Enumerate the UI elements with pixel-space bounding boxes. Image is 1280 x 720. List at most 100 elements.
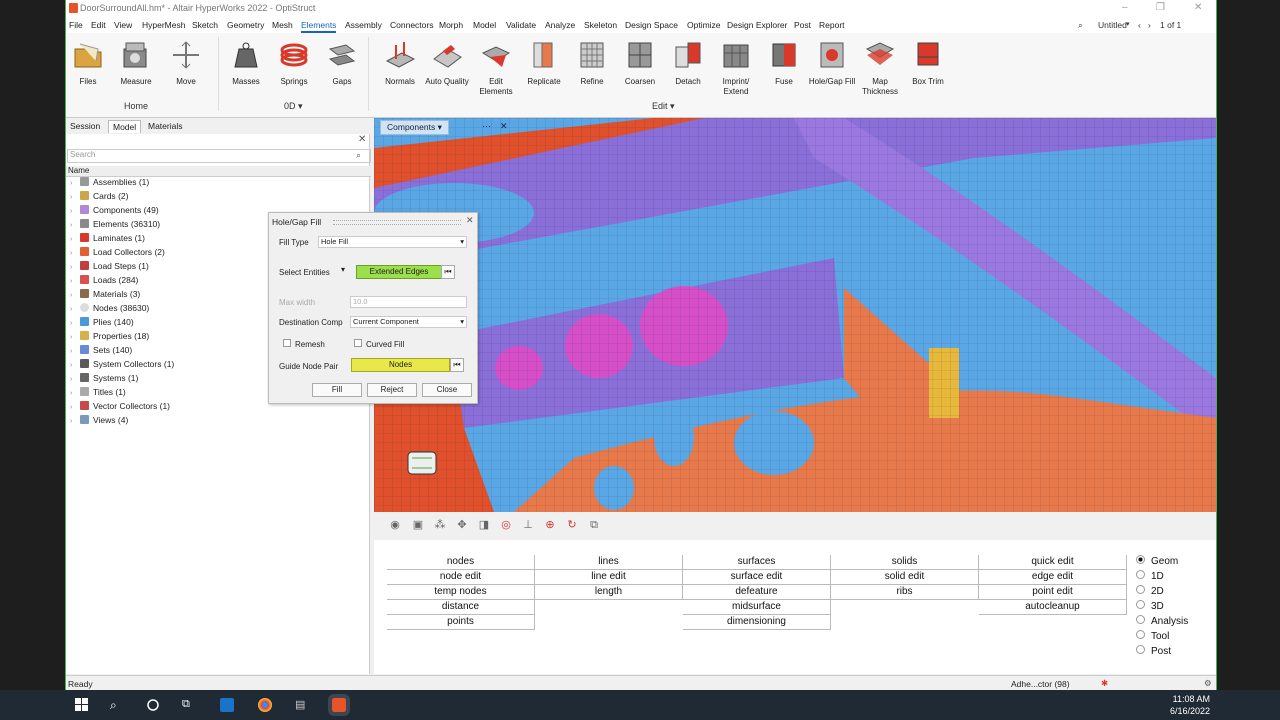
radio-1d[interactable]: 1D <box>1136 570 1164 582</box>
name-column-header[interactable]: Name <box>66 166 371 177</box>
axes-icon[interactable]: ⊥ <box>522 519 534 531</box>
search-icon[interactable]: ⌕ <box>110 698 124 712</box>
tree-item-load-steps[interactable]: › Load Steps (1) <box>70 261 149 274</box>
tree-item-materials[interactable]: › Materials (3) <box>70 289 140 302</box>
files-tool[interactable]: Files <box>68 39 108 86</box>
radio-post[interactable]: Post <box>1136 645 1171 657</box>
guide-nodes-button[interactable]: Nodes <box>351 358 450 372</box>
reject-button[interactable]: Reject <box>367 383 417 397</box>
edit-elements-tool[interactable]: Edit Elements <box>474 39 518 97</box>
detach-tool[interactable]: Detach <box>668 39 708 86</box>
display-icon[interactable]: ◉ <box>389 519 401 531</box>
prev-page-icon[interactable]: ‹ <box>1138 20 1141 30</box>
curved-fill-checkbox[interactable]: Curved Fill <box>354 339 404 349</box>
task-view-icon[interactable]: ⧉ <box>182 698 196 712</box>
tree-item-cards[interactable]: › Cards (2) <box>70 191 128 204</box>
menu-skeleton[interactable]: Skeleton <box>584 20 617 30</box>
fuse-tool[interactable]: Fuse <box>766 39 802 86</box>
radio-analysis[interactable]: Analysis <box>1136 615 1188 627</box>
reset-selection-icon[interactable]: ⏮ <box>441 265 455 279</box>
panel-btn-edge-edit[interactable]: edge edit <box>979 570 1127 585</box>
tab-session[interactable]: Session <box>66 120 104 132</box>
tree-item-plies[interactable]: › Plies (140) <box>70 317 134 330</box>
menu-post[interactable]: Post <box>794 20 811 30</box>
panel-btn-midsurface[interactable]: midsurface <box>683 600 831 615</box>
panel-btn-surface-edit[interactable]: surface edit <box>683 570 831 585</box>
fill-type-select[interactable]: Hole Fill ▾ <box>318 236 467 248</box>
panel-btn-quick-edit[interactable]: quick edit <box>979 555 1127 570</box>
springs-tool[interactable]: Springs <box>274 39 314 86</box>
tree-item-views[interactable]: › Views (4) <box>70 415 128 428</box>
search-icon[interactable]: ⌕ <box>1078 20 1083 31</box>
radio-3d[interactable]: 3D <box>1136 600 1164 612</box>
more-options-icon[interactable]: ⋯ <box>482 121 491 132</box>
refine-tool[interactable]: Refine <box>572 39 612 86</box>
pick-icon[interactable]: ✥ <box>456 519 468 531</box>
close-icon[interactable]: ✕ <box>500 121 508 132</box>
close-icon[interactable]: ✕ <box>358 134 366 145</box>
fill-button[interactable]: Fill <box>312 383 362 397</box>
destination-comp-select[interactable]: Current Component ▾ <box>350 316 467 328</box>
tree-item-system-collectors[interactable]: › System Collectors (1) <box>70 359 174 372</box>
max-width-field[interactable]: 10.0 <box>350 296 467 308</box>
reset-nodes-icon[interactable]: ⏮ <box>450 358 464 372</box>
menu-assembly[interactable]: Assembly <box>345 20 382 30</box>
panel-btn-autocleanup[interactable]: autocleanup <box>979 600 1127 615</box>
coarsen-tool[interactable]: Coarsen <box>618 39 662 86</box>
search-icon[interactable]: ⌕ <box>356 150 361 161</box>
tree-item-load-collectors[interactable]: › Load Collectors (2) <box>70 247 165 260</box>
chevron-down-icon[interactable]: ▾ <box>1126 20 1130 28</box>
minimize-icon[interactable]: – <box>1122 2 1128 13</box>
panel-btn-point-edit[interactable]: point edit <box>979 585 1127 600</box>
chrome-icon[interactable] <box>258 698 272 712</box>
replicate-tool[interactable]: Replicate <box>522 39 566 86</box>
radio-geom[interactable]: Geom <box>1136 555 1178 567</box>
tree-item-components[interactable]: › Components (49) <box>70 205 159 218</box>
zero-d-group-label[interactable]: 0D ▾ <box>284 101 303 112</box>
entity-type-dropdown-icon[interactable]: ▾ <box>341 265 345 274</box>
tree-item-properties[interactable]: › Properties (18) <box>70 331 149 344</box>
close-icon[interactable]: ✕ <box>466 215 474 226</box>
tree-item-titles[interactable]: › Titles (1) <box>70 387 126 400</box>
menu-hypermesh[interactable]: HyperMesh <box>142 20 185 30</box>
panel-btn-length[interactable]: length <box>535 585 683 600</box>
menu-sketch[interactable]: Sketch <box>192 20 218 30</box>
tree-item-laminates[interactable]: › Laminates (1) <box>70 233 145 246</box>
close-window-icon[interactable]: ✕ <box>1194 2 1202 13</box>
components-browser-tab[interactable]: Components ▾ <box>380 120 449 135</box>
menu-mesh[interactable]: Mesh <box>272 20 293 30</box>
target-icon[interactable]: ◎ <box>500 519 512 531</box>
panel-btn-temp-nodes[interactable]: temp nodes <box>387 585 535 600</box>
panel-btn-lines[interactable]: lines <box>535 555 683 570</box>
remesh-checkbox[interactable]: Remesh <box>283 339 325 349</box>
masses-tool[interactable]: Masses <box>226 39 266 86</box>
session-selector[interactable]: Untitled <box>1098 20 1127 30</box>
tree-item-nodes[interactable]: › Nodes (38630) <box>70 303 149 316</box>
imprint-extend-tool[interactable]: Imprint/ Extend <box>714 39 758 97</box>
gaps-tool[interactable]: Gaps <box>322 39 362 86</box>
menu-morph[interactable]: Morph <box>439 20 463 30</box>
box-trim-tool[interactable]: Box Trim <box>906 39 950 86</box>
collector-icon[interactable]: ✱ <box>1101 678 1108 689</box>
panel-btn-points[interactable]: points <box>387 615 535 630</box>
tree-item-sets[interactable]: › Sets (140) <box>70 345 132 358</box>
auto-quality-tool[interactable]: Auto Quality <box>422 39 472 86</box>
panel-btn-nodes[interactable]: nodes <box>387 555 535 570</box>
close-button[interactable]: Close <box>422 383 472 397</box>
panel-btn-surfaces[interactable]: surfaces <box>683 555 831 570</box>
panel-btn-dimensioning[interactable]: dimensioning <box>683 615 831 630</box>
hole-gap-fill-tool[interactable]: Hole/Gap Fill <box>804 39 860 86</box>
menu-model[interactable]: Model <box>473 20 496 30</box>
menu-elements[interactable]: Elements <box>301 20 337 33</box>
tree-item-elements[interactable]: › Elements (36310) <box>70 219 160 232</box>
hyperworks-taskbar-icon[interactable] <box>328 694 350 716</box>
menu-geometry[interactable]: Geometry <box>227 20 264 30</box>
tab-materials[interactable]: Materials <box>144 120 186 132</box>
next-page-icon[interactable]: › <box>1148 20 1151 30</box>
normals-tool[interactable]: Normals <box>378 39 422 86</box>
app-icon[interactable]: ▤ <box>295 698 309 712</box>
zoom-icon[interactable]: ⊕ <box>544 519 556 531</box>
restore-icon[interactable]: ❐ <box>1156 2 1165 13</box>
clip-icon[interactable]: ◨ <box>478 519 490 531</box>
menu-view[interactable]: View <box>114 20 132 30</box>
